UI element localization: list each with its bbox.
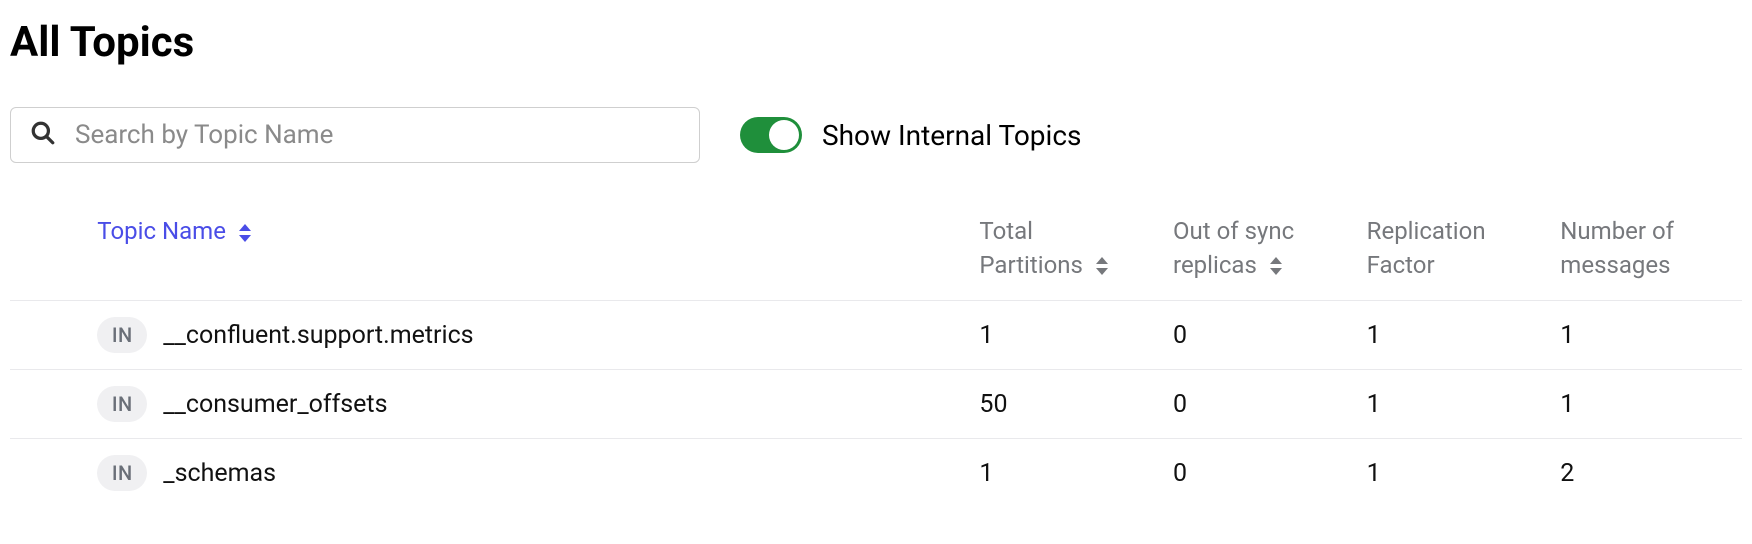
page-title: All Topics (10, 18, 1742, 67)
cell-spacer (10, 370, 85, 439)
cell-out-of-sync: 0 (1161, 439, 1355, 508)
col-number-of-messages: Number of messages (1548, 203, 1742, 301)
toggle-group: Show Internal Topics (740, 117, 1081, 153)
col-out-of-sync[interactable]: Out of sync replicas (1161, 203, 1355, 301)
col-topic-name-label: Topic Name (97, 217, 226, 245)
cell-messages: 2 (1548, 439, 1742, 508)
sort-icon (1269, 257, 1283, 275)
table-header-row: Topic Name Total Partitions Out of sync (10, 203, 1742, 301)
cell-topic-name: IN _schemas (85, 439, 967, 508)
col-topic-name[interactable]: Topic Name (85, 203, 967, 301)
cell-total-partitions: 50 (967, 370, 1161, 439)
topic-name-text: __consumer_offsets (163, 390, 387, 419)
col-messages-l2: messages (1560, 249, 1730, 283)
col-total-partitions-l2: Partitions (979, 251, 1083, 279)
show-internal-toggle[interactable] (740, 117, 802, 153)
table-row[interactable]: IN__consumer_offsets50011 (10, 370, 1742, 439)
topic-name-text: __confluent.support.metrics (163, 321, 473, 350)
internal-badge: IN (97, 386, 147, 422)
cell-topic-name: IN __consumer_offsets (85, 370, 967, 439)
topics-table: Topic Name Total Partitions Out of sync (10, 203, 1742, 507)
topic-name-text: _schemas (163, 459, 276, 488)
cell-replication: 1 (1355, 301, 1549, 370)
cell-total-partitions: 1 (967, 301, 1161, 370)
cell-messages: 1 (1548, 370, 1742, 439)
cell-out-of-sync: 0 (1161, 301, 1355, 370)
col-spacer (10, 203, 85, 301)
sort-icon (1095, 257, 1109, 275)
table-row[interactable]: IN__confluent.support.metrics1011 (10, 301, 1742, 370)
col-replication-factor: Replication Factor (1355, 203, 1549, 301)
toggle-knob (769, 120, 799, 150)
cell-topic-name: IN __confluent.support.metrics (85, 301, 967, 370)
internal-badge: IN (97, 455, 147, 491)
col-replication-l1: Replication (1367, 215, 1537, 249)
toggle-label: Show Internal Topics (822, 119, 1081, 152)
col-messages-l1: Number of (1560, 215, 1730, 249)
search-input[interactable] (10, 107, 700, 163)
cell-spacer (10, 439, 85, 508)
table-row[interactable]: IN_schemas1012 (10, 439, 1742, 508)
cell-total-partitions: 1 (967, 439, 1161, 508)
col-out-of-sync-l2: replicas (1173, 251, 1257, 279)
col-total-partitions[interactable]: Total Partitions (967, 203, 1161, 301)
cell-messages: 1 (1548, 301, 1742, 370)
cell-spacer (10, 301, 85, 370)
internal-badge: IN (97, 317, 147, 353)
col-total-partitions-l1: Total (979, 215, 1149, 249)
sort-icon (238, 224, 252, 242)
cell-replication: 1 (1355, 439, 1549, 508)
controls-row: Show Internal Topics (10, 107, 1742, 163)
cell-out-of-sync: 0 (1161, 370, 1355, 439)
search-container (10, 107, 700, 163)
cell-replication: 1 (1355, 370, 1549, 439)
col-out-of-sync-l1: Out of sync (1173, 215, 1343, 249)
col-replication-l2: Factor (1367, 249, 1537, 283)
